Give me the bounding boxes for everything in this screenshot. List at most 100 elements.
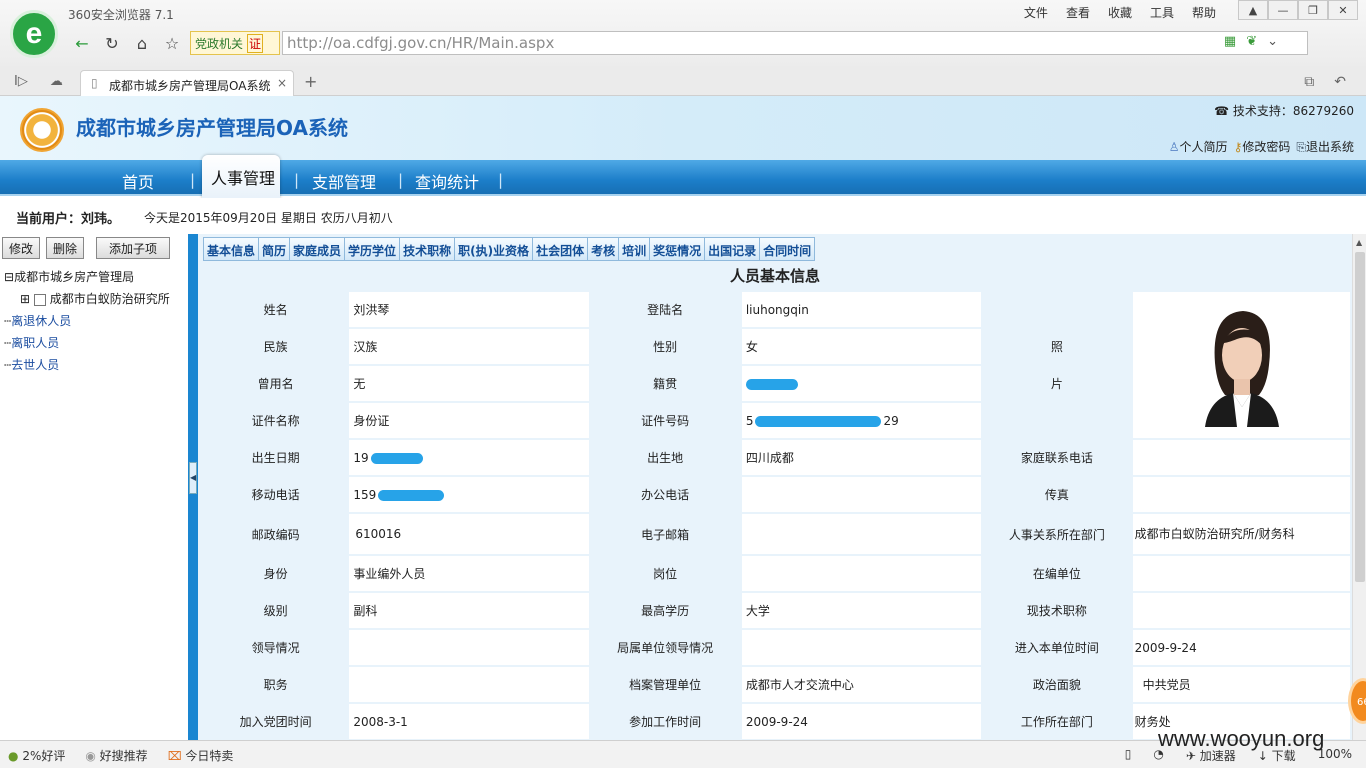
label-unit-leadership: 局属单位领导情况 — [590, 630, 740, 665]
tab-bar: I▷ ☁ ▯ 成都市城乡房产管理局OA系统 × + ⧉ ↶ — [0, 66, 1366, 96]
tab-basic-info[interactable]: 基本信息 — [203, 237, 260, 261]
value-staff-unit — [1132, 556, 1350, 591]
delete-button[interactable]: 删除 — [46, 237, 85, 259]
tab-assessment[interactable]: 考核 — [587, 237, 620, 261]
minimize-icon[interactable]: — — [1268, 0, 1298, 20]
empty-label — [983, 403, 1131, 438]
value-leadership — [349, 630, 589, 665]
change-password-link[interactable]: ⚷修改密码 — [1234, 138, 1291, 155]
cloud-icon[interactable]: ☁ — [50, 74, 63, 89]
qrcode-icon[interactable]: ▦ — [1224, 34, 1236, 49]
recommend-item[interactable]: ◉ 好搜推荐 — [85, 747, 147, 764]
nav-buttons: ← ↻ ⌂ ☆ — [70, 32, 184, 54]
undo-icon[interactable]: ↶ — [1334, 74, 1346, 90]
maximize-icon[interactable]: ❐ — [1298, 0, 1328, 20]
deals-item[interactable]: ⌧ 今日特卖 — [168, 747, 234, 764]
table-row: 领导情况 局属单位领导情况 进入本单位时间 2009-9-24 — [204, 630, 1350, 665]
label-office-phone: 办公电话 — [590, 477, 740, 512]
scroll-thumb[interactable] — [1355, 252, 1365, 582]
tree-expand-icon[interactable]: ⊞ — [20, 292, 30, 306]
nav-query[interactable]: 查询统计 — [415, 169, 479, 193]
tab-close-icon[interactable]: × — [277, 76, 287, 90]
date-text: 今天是2015年09月20日 星期日 农历八月初八 — [144, 211, 393, 225]
logout-link[interactable]: ⎘退出系统 — [1296, 138, 1354, 155]
label-education: 最高学历 — [590, 593, 740, 628]
label-fax: 传真 — [983, 477, 1131, 512]
value-hr-dept: 成都市白蚁防治研究所/财务科 — [1132, 514, 1350, 554]
menu-help[interactable]: 帮助 — [1192, 4, 1216, 21]
value-gender: 女 — [741, 329, 982, 364]
tree-checkbox[interactable] — [33, 293, 46, 306]
close-window-icon[interactable]: ✕ — [1328, 0, 1358, 20]
value-email — [741, 514, 982, 554]
nav-branch[interactable]: 支部管理 — [312, 169, 376, 193]
sidebar-splitter[interactable]: ◀ — [188, 234, 198, 740]
value-archive-unit: 成都市人才交流中心 — [741, 667, 982, 702]
tab-contract[interactable]: 合同时间 — [759, 237, 816, 261]
tab-resume[interactable]: 简历 — [258, 237, 291, 261]
tree-link-deceased[interactable]: ┄去世人员 — [4, 354, 170, 376]
collapse-arrow-icon[interactable]: ◀ — [189, 462, 197, 494]
nav-hr[interactable]: 人事管理 — [202, 155, 280, 198]
tab-abroad[interactable]: 出国记录 — [704, 237, 761, 261]
tab-title[interactable]: 技术职称 — [399, 237, 456, 261]
gov-badge[interactable]: 党政机关证 — [190, 31, 280, 55]
tab-society[interactable]: 社会团体 — [532, 237, 589, 261]
browser-app-title: 360安全浏览器 7.1 — [68, 8, 174, 22]
org-tree: ⊟成都市城乡房产管理局 ⊞ 成都市白蚁防治研究所 ┄离退休人员 ┄离职人员 ┄去… — [4, 266, 170, 376]
resume-link[interactable]: ♙个人简历 — [1169, 138, 1228, 155]
scroll-up-icon[interactable]: ▲ — [1356, 238, 1362, 247]
tab-training[interactable]: 培训 — [618, 237, 651, 261]
browser-tab[interactable]: ▯ 成都市城乡房产管理局OA系统 × — [80, 70, 294, 96]
menu-file[interactable]: 文件 — [1024, 4, 1048, 21]
tree-child[interactable]: ⊞ 成都市白蚁防治研究所 — [4, 288, 170, 310]
value-post — [741, 556, 982, 591]
edit-button[interactable]: 修改 — [2, 237, 41, 259]
change-password-label: 修改密码 — [1242, 140, 1291, 154]
photo-label-2: 片 — [983, 366, 1131, 401]
home-icon[interactable]: ⌂ — [130, 32, 154, 54]
tree-root[interactable]: ⊟成都市城乡房产管理局 — [4, 266, 170, 288]
tab-qualification[interactable]: 职(执)业资格 — [454, 237, 534, 261]
chevron-down-icon[interactable]: ⌄ — [1267, 34, 1278, 49]
menu-favorites[interactable]: 收藏 — [1108, 4, 1132, 21]
tab-family[interactable]: 家庭成员 — [289, 237, 346, 261]
rating-item[interactable]: ● 2%好评 — [8, 747, 65, 764]
label-former-name: 曾用名 — [204, 366, 348, 401]
tab-rewards[interactable]: 奖惩情况 — [649, 237, 706, 261]
address-bar[interactable]: http://oa.cdfgj.gov.cn/HR/Main.aspx — [282, 31, 1308, 55]
nav-home[interactable]: 首页 — [122, 169, 154, 193]
label-tech-title: 现技术职称 — [983, 593, 1131, 628]
menu-view[interactable]: 查看 — [1066, 4, 1090, 21]
label-political: 政治面貌 — [983, 667, 1131, 702]
phone-device-icon[interactable]: ▯ — [1125, 747, 1132, 764]
tree-collapse-icon[interactable]: ⊟ — [4, 270, 14, 284]
skin-icon[interactable]: ▲ — [1238, 0, 1268, 20]
photo-label-cell — [983, 292, 1131, 327]
tree-link-retired-label[interactable]: 离退休人员 — [11, 314, 71, 328]
menu-tools[interactable]: 工具 — [1150, 4, 1174, 21]
new-tab-icon[interactable]: + — [304, 72, 317, 91]
add-child-button[interactable]: 添加子项 — [96, 237, 171, 259]
tree-link-resigned-label[interactable]: 离职人员 — [11, 336, 59, 350]
label-email: 电子邮箱 — [590, 514, 740, 554]
nav-separator: | — [190, 171, 196, 189]
label-identity: 身份 — [204, 556, 348, 591]
vertical-scrollbar[interactable]: ▲ — [1352, 234, 1366, 740]
leaf-icon[interactable]: ❦ — [1246, 34, 1257, 49]
restore-tabs-icon[interactable]: ⧉ — [1304, 74, 1314, 90]
back-icon[interactable]: ← — [70, 32, 94, 54]
sidebar-toggle-icon[interactable]: I▷ — [14, 74, 28, 89]
label-join-unit-date: 进入本单位时间 — [983, 630, 1131, 665]
value-office-phone — [741, 477, 982, 512]
tree-link-resigned[interactable]: ┄离职人员 — [4, 332, 170, 354]
current-user: 当前用户：刘玮。 — [16, 212, 121, 227]
tree-link-retired[interactable]: ┄离退休人员 — [4, 310, 170, 332]
tab-education[interactable]: 学历学位 — [344, 237, 401, 261]
site-title: 成都市城乡房产管理局OA系统 — [76, 116, 348, 140]
label-birthdate: 出生日期 — [204, 440, 348, 475]
tabbar-right-icons: ⧉ ↶ — [1304, 74, 1346, 90]
tree-link-deceased-label[interactable]: 去世人员 — [11, 358, 59, 372]
star-icon[interactable]: ☆ — [160, 32, 184, 54]
refresh-icon[interactable]: ↻ — [100, 32, 124, 54]
